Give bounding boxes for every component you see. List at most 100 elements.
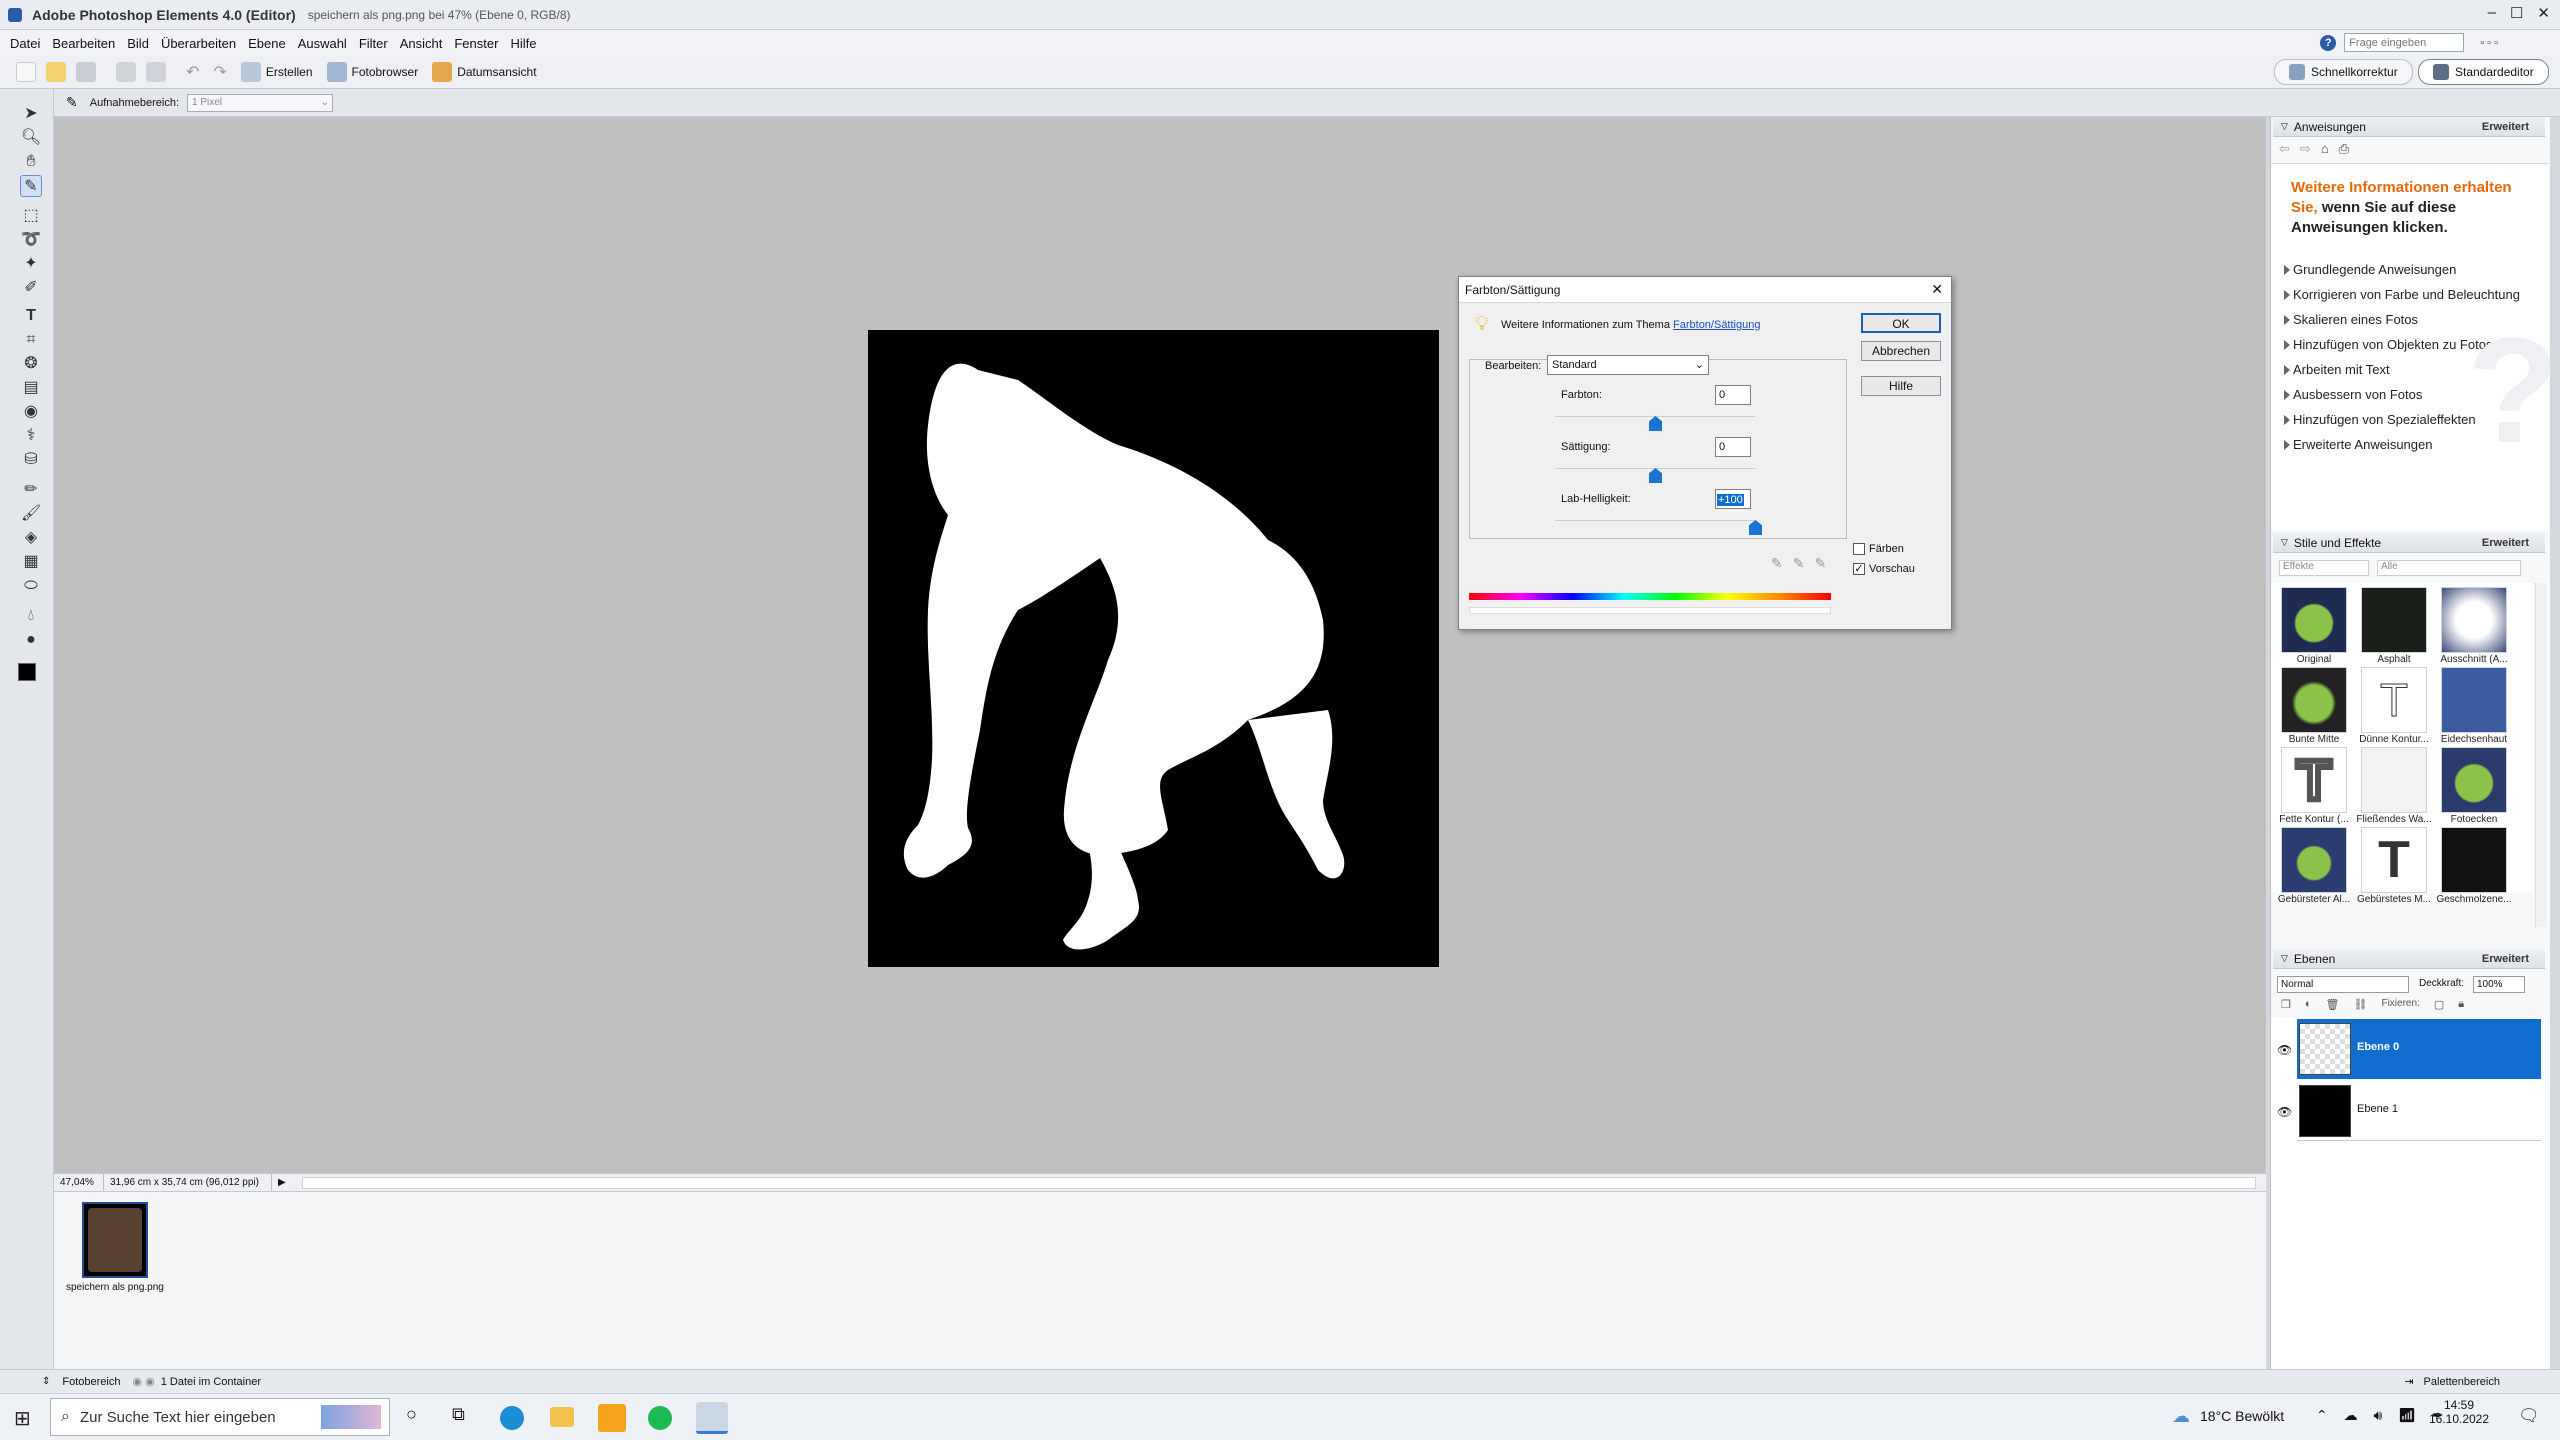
colorize-checkbox[interactable]	[1853, 543, 1865, 555]
move-tool-icon[interactable]: ➤	[20, 103, 42, 125]
status-menu-arrow-icon[interactable]: ▶	[272, 1174, 292, 1191]
date-view-button[interactable]: Datumsansicht	[432, 62, 537, 82]
doc-window-controls-icon[interactable]: ▫ ▫ ▫	[2480, 37, 2498, 49]
menu-auswahl[interactable]: Auswahl	[298, 36, 347, 51]
layer-row[interactable]: Ebene 1	[2297, 1081, 2541, 1141]
adjustment-layer-icon[interactable]: ◐	[2305, 998, 2312, 1011]
quick-fix-button[interactable]: Schnellkorrektur	[2274, 59, 2413, 85]
styles-advanced[interactable]: Erweitert	[2482, 537, 2529, 549]
foreground-color-swatch[interactable]	[18, 663, 36, 681]
delete-layer-icon[interactable]: 🗑︎	[2326, 998, 2340, 1011]
style-thumb-asphalt[interactable]	[2361, 587, 2427, 653]
close-icon[interactable]: ✕	[2537, 4, 2550, 22]
style-thumb-thick-outline[interactable]: T	[2281, 745, 2347, 814]
menu-ebene[interactable]: Ebene	[248, 36, 286, 51]
new-file-icon[interactable]	[16, 62, 36, 82]
opacity-field[interactable]: 100%	[2473, 976, 2525, 993]
eyedropper-tool-icon[interactable]: ✎	[20, 175, 42, 197]
marquee-tool-icon[interactable]: ⬚	[20, 205, 42, 227]
styles-filter-select[interactable]: Alle	[2377, 560, 2521, 576]
menu-filter[interactable]: Filter	[359, 36, 388, 51]
style-thumb-lizard-skin[interactable]	[2441, 667, 2507, 733]
photo-browser-button[interactable]: Fotobrowser	[326, 62, 418, 82]
clock[interactable]: 14:59 16.10.2022	[2424, 1398, 2494, 1426]
style-thumb-original[interactable]	[2281, 587, 2347, 653]
style-thumb-flowing-water[interactable]	[2361, 747, 2427, 813]
layer-row[interactable]: Ebene 0	[2297, 1019, 2541, 1079]
clone-stamp-tool-icon[interactable]: ⛁	[20, 449, 42, 471]
image-canvas[interactable]	[868, 330, 1439, 967]
forward-arrow-icon[interactable]: ⇨	[2300, 141, 2311, 157]
style-thumb-molten[interactable]	[2441, 827, 2507, 893]
how-to-link-resize[interactable]: Skalieren eines Fotos	[2283, 312, 2418, 327]
layers-advanced[interactable]: Erweitert	[2482, 953, 2529, 965]
paint-bucket-tool-icon[interactable]: ◈	[20, 527, 42, 549]
menu-ansicht[interactable]: Ansicht	[400, 36, 443, 51]
colorize-option[interactable]: Färben	[1853, 543, 1904, 555]
help-button[interactable]: Hilfe	[1861, 376, 1941, 396]
redo-icon[interactable]: ↷	[213, 62, 226, 82]
how-to-link-advanced[interactable]: Erweiterte Anweisungen	[2283, 437, 2432, 452]
zoom-tool-icon[interactable]: 🔍︎	[20, 127, 42, 149]
saturation-field[interactable]: 0	[1715, 437, 1751, 457]
healing-brush-tool-icon[interactable]: ⚕	[20, 425, 42, 447]
styles-header[interactable]: ▽ Stile und Effekte Erweitert	[2273, 533, 2545, 553]
sample-size-select[interactable]: 1 Pixel ⌄	[187, 93, 334, 112]
brush-tool-icon[interactable]: 🖌︎	[20, 503, 42, 525]
straighten-tool-icon[interactable]: ▤	[20, 377, 42, 399]
palette-bin-toggle-icon[interactable]: ⇥	[2404, 1375, 2413, 1388]
styles-category-select[interactable]: Effekte	[2279, 560, 2369, 576]
notification-icon[interactable]: 🗨︎	[2518, 1406, 2540, 1426]
create-button[interactable]: Erstellen	[240, 62, 313, 82]
horizontal-scrollbar[interactable]	[301, 1176, 2256, 1189]
maximize-icon[interactable]: ☐	[2510, 4, 2523, 22]
save-icon[interactable]	[76, 62, 96, 82]
link-layer-icon[interactable]: ⛓︎	[2354, 998, 2368, 1011]
how-to-link-basic[interactable]: Grundlegende Anweisungen	[2283, 262, 2456, 277]
style-thumb-brushed-metal[interactable]: T	[2361, 827, 2427, 893]
style-thumb-cutout[interactable]	[2441, 587, 2507, 653]
lock-transparency-icon[interactable]: ▢	[2434, 998, 2444, 1011]
eyedropper-icon[interactable]: ✎	[1771, 555, 1783, 572]
sponge-tool-icon[interactable]: ●	[20, 629, 42, 651]
menu-ueberarbeiten[interactable]: Überarbeiten	[161, 36, 236, 51]
layers-header[interactable]: ▽ Ebenen Erweitert	[2273, 949, 2545, 969]
info-link[interactable]: Farbton/Sättigung	[1673, 319, 1760, 331]
eye-icon[interactable]: 👁︎	[2277, 1105, 2292, 1119]
blur-tool-icon[interactable]: 💧︎	[20, 605, 42, 627]
zoom-level[interactable]: 47,04%	[54, 1174, 104, 1191]
help-icon[interactable]: ?	[2320, 34, 2337, 51]
standard-editor-button[interactable]: Standardeditor	[2418, 59, 2549, 85]
minimize-icon[interactable]: –	[2488, 4, 2496, 22]
lightness-track[interactable]	[1555, 520, 1755, 521]
menu-hilfe[interactable]: Hilfe	[510, 36, 536, 51]
menu-datei[interactable]: Datei	[10, 36, 40, 51]
menu-fenster[interactable]: Fenster	[454, 36, 498, 51]
red-eye-tool-icon[interactable]: ◉	[20, 401, 42, 423]
crop-tool-icon[interactable]: ⌗	[20, 329, 42, 351]
print-icon[interactable]: ⎙	[2339, 141, 2349, 157]
hue-field[interactable]: 0	[1715, 385, 1751, 405]
style-thumb-photo-corners[interactable]	[2441, 747, 2507, 813]
how-to-link-color[interactable]: Korrigieren von Farbe und Beleuchtung	[2284, 287, 2520, 302]
how-to-advanced[interactable]: Erweitert	[2482, 121, 2529, 133]
lightness-field[interactable]: +100	[1715, 489, 1751, 509]
bin-nav-icon[interactable]: ◉ ◉	[132, 1375, 154, 1388]
online-service-icon[interactable]	[146, 62, 166, 82]
edit-select[interactable]: Standard ⌄	[1547, 355, 1709, 375]
cookie-cutter-tool-icon[interactable]: ❂	[20, 353, 42, 375]
home-icon[interactable]: ⌂	[2321, 141, 2329, 157]
windows-start-icon[interactable]: ⊞	[14, 1406, 31, 1431]
how-to-header[interactable]: ▽ Anweisungen Erweitert	[2273, 117, 2545, 137]
new-layer-icon[interactable]: ❐	[2281, 998, 2291, 1011]
style-thumb-colorful-center[interactable]	[2281, 667, 2347, 733]
preview-option[interactable]: ✓ Vorschau	[1853, 563, 1915, 575]
lock-all-icon[interactable]: 🔒︎	[2458, 998, 2464, 1011]
style-thumb-thin-outline[interactable]: T	[2361, 667, 2427, 733]
winamp-icon[interactable]	[598, 1404, 626, 1432]
task-view-cortana-icon[interactable]: ○	[406, 1404, 417, 1425]
photo-bin-thumbnail[interactable]	[82, 1202, 148, 1278]
pencil-tool-icon[interactable]: ✏	[20, 479, 42, 501]
taskbar-search[interactable]: ⌕ Zur Suche Text hier eingeben	[50, 1398, 390, 1436]
how-to-link-text[interactable]: Arbeiten mit Text	[2284, 362, 2390, 377]
